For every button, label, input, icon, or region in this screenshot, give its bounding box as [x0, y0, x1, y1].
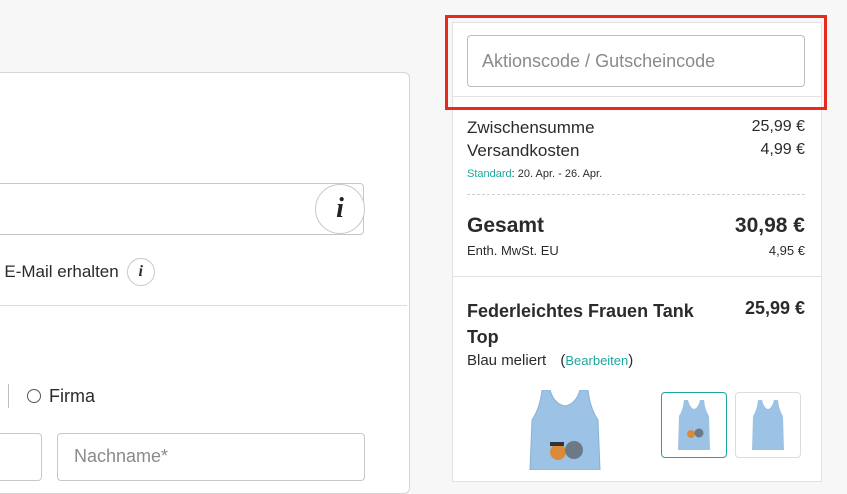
- shipping-dates: : 20. Apr. - 26. Apr.: [511, 168, 603, 180]
- shipping-row: Versandkosten 4,99 €: [467, 141, 805, 161]
- email-note: r E-Mail erhalten i: [0, 258, 155, 286]
- subtotal-label: Zwischensumme: [467, 118, 595, 137]
- info-icon[interactable]: i: [126, 258, 155, 286]
- last-name-field[interactable]: Nachname*: [57, 433, 365, 481]
- summary-divider: [452, 96, 822, 97]
- vat-row: Enth. MwSt. EU 4,95 €: [467, 243, 805, 258]
- tank-top-front-icon: [678, 400, 710, 450]
- product-image: [529, 390, 601, 470]
- product-price: 25,99 €: [744, 298, 805, 318]
- company-radio[interactable]: [27, 389, 41, 403]
- tank-top-back-icon: [752, 400, 784, 450]
- dashed-divider: [467, 194, 805, 195]
- coupon-code-input[interactable]: [467, 35, 805, 87]
- email-field[interactable]: [0, 183, 364, 235]
- radio-option-cutoff: [0, 384, 9, 408]
- vat-label: Enth. MwSt. EU: [467, 243, 559, 258]
- total-value: 30,98 €: [734, 214, 805, 237]
- shipping-estimate: Standard: 20. Apr. - 26. Apr.: [467, 168, 602, 180]
- vat-value: 4,95 €: [768, 243, 805, 258]
- first-name-field[interactable]: [0, 433, 42, 481]
- product-thumbnail-back[interactable]: [735, 392, 801, 458]
- total-row: Gesamt 30,98 €: [467, 214, 805, 238]
- subtotal-row: Zwischensumme 25,99 €: [467, 118, 805, 138]
- edit-link-wrapper: (Bearbeiten): [560, 352, 634, 369]
- shipping-label: Versandkosten: [467, 141, 580, 160]
- section-divider: [0, 305, 407, 306]
- customer-type-options: Firma: [0, 384, 95, 408]
- product-variant: Blau meliert (Bearbeiten): [467, 352, 633, 369]
- variant-label: Blau meliert: [467, 352, 547, 369]
- total-label: Gesamt: [467, 214, 545, 237]
- email-note-text: r E-Mail erhalten: [0, 262, 119, 281]
- summary-divider: [452, 276, 822, 277]
- edit-link[interactable]: Bearbeiten: [565, 353, 628, 368]
- shipping-method: Standard: [467, 168, 512, 180]
- product-name: Federleichtes Frauen Tank Top: [467, 301, 694, 347]
- subtotal-value: 25,99 €: [751, 118, 805, 135]
- email-info-icon[interactable]: i: [315, 184, 365, 234]
- product-thumbnail-front[interactable]: [661, 392, 727, 458]
- company-radio-label[interactable]: Firma: [49, 386, 95, 407]
- shipping-value: 4,99 €: [760, 141, 805, 158]
